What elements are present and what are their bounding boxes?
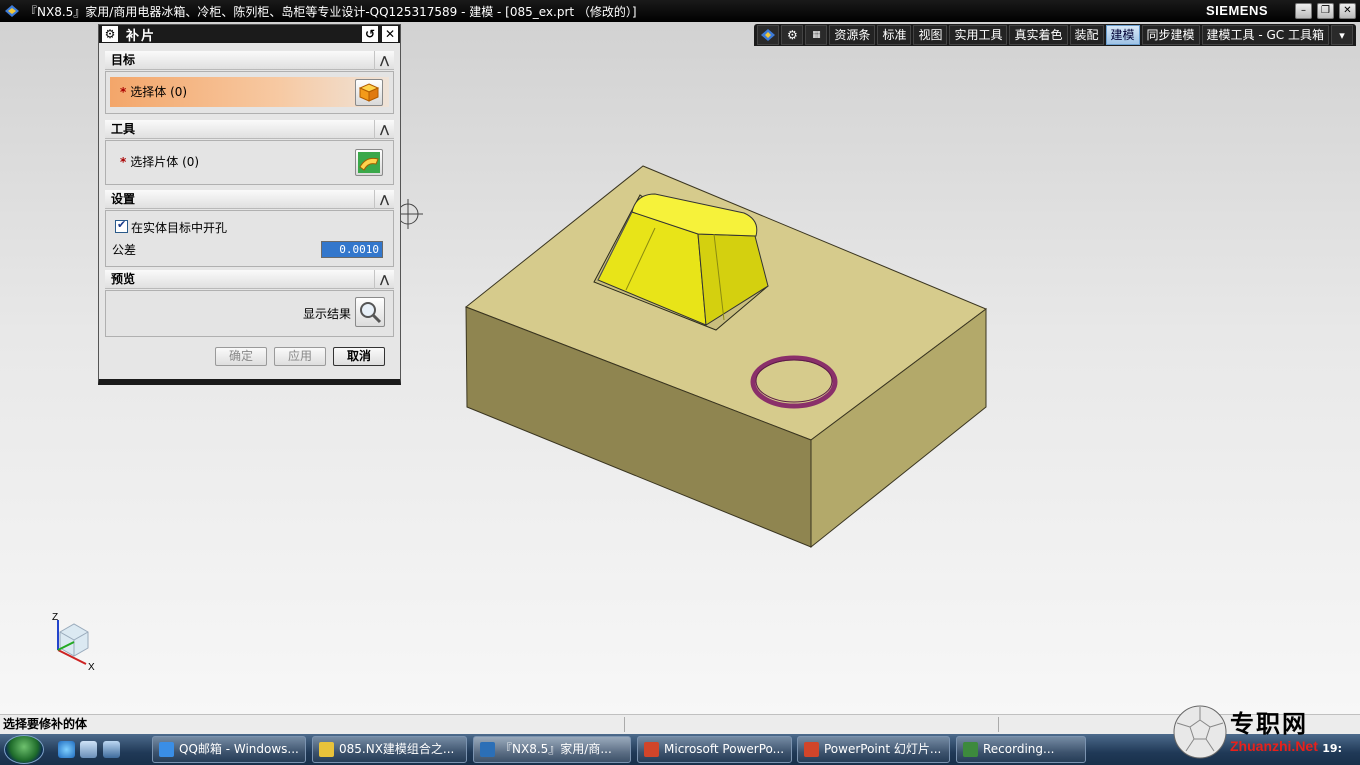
minimize-button[interactable]: –	[1295, 3, 1312, 19]
dialog-title: 补片	[126, 28, 157, 44]
start-button[interactable]	[4, 735, 44, 764]
taskbar-item[interactable]: QQ邮箱 - Windows...	[152, 736, 306, 763]
cancel-button[interactable]: 取消	[333, 347, 385, 366]
select-body-label: 选择体 (0)	[130, 85, 188, 99]
status-divider	[998, 717, 999, 732]
open-hole-label: 在实体目标中开孔	[131, 221, 228, 235]
section-preview-body: 显示结果	[105, 290, 394, 337]
soccer-ball-icon	[1173, 705, 1227, 759]
view-triad	[57, 620, 89, 665]
collapse-icon[interactable]: ⋀	[374, 51, 394, 70]
solid-body-icon	[358, 83, 380, 102]
select-body-button[interactable]	[355, 79, 383, 106]
collapse-icon[interactable]: ⋀	[374, 120, 394, 139]
grid-icon[interactable]: ▦	[805, 25, 828, 45]
mail-icon	[159, 742, 174, 757]
ribbon-tabs: ⚙ ▦ 资源条 标准 视图 实用工具 真实着色 装配 建模 同步建模 建模工具 …	[754, 24, 1356, 46]
section-preview-title: 预览	[111, 272, 136, 286]
gear-icon[interactable]: ⚙	[781, 25, 804, 45]
patch-dialog: ⚙ 补片 ↺ ✕ 目标 ⋀ *选择体 (0) 工具 ⋀ *选择片体 (0)	[98, 24, 401, 385]
title-bar: 『NX8.5』家用/商用电器冰箱、冷柜、陈列柜、岛柜等专业设计-QQ125317…	[0, 0, 1360, 22]
tab-utilities[interactable]: 实用工具	[949, 25, 1008, 45]
restore-button[interactable]: ❐	[1317, 3, 1334, 19]
ie-icon[interactable]	[58, 741, 75, 758]
siemens-brand: SIEMENS	[1205, 3, 1268, 18]
show-result-button[interactable]	[355, 297, 385, 327]
taskbar-item[interactable]: PowerPoint 幻灯片...	[797, 736, 950, 763]
tab-resource-bar[interactable]: 资源条	[829, 25, 876, 45]
ok-button[interactable]: 确定	[215, 347, 267, 366]
ribbon-options-icon[interactable]: ▾	[1331, 25, 1353, 45]
triad-x-label: X	[88, 662, 95, 673]
tab-standard[interactable]: 标准	[877, 25, 912, 45]
section-settings-header[interactable]: 设置 ⋀	[105, 190, 394, 209]
select-sheet-row[interactable]: * 选择片体 (0)	[110, 147, 389, 177]
taskbar-item[interactable]: Microsoft PowerPo...	[637, 736, 792, 763]
window-title: 『NX8.5』家用/商用电器冰箱、冷柜、陈列柜、岛柜等专业设计-QQ125317…	[25, 4, 637, 19]
status-divider	[624, 717, 625, 732]
section-tool-title: 工具	[111, 122, 136, 136]
triad-z-label: Z	[52, 612, 59, 623]
computer-icon[interactable]	[80, 741, 97, 758]
tab-true-shading[interactable]: 真实着色	[1009, 25, 1068, 45]
collapse-icon[interactable]: ⋀	[374, 190, 394, 209]
dialog-gear-icon[interactable]: ⚙	[102, 26, 118, 42]
windows-taskbar: QQ邮箱 - Windows... 085.NX建模组合之... 『NX8.5』…	[0, 734, 1360, 765]
desktop-icon[interactable]	[103, 741, 120, 758]
taskbar-item-label: QQ邮箱 - Windows...	[179, 742, 299, 756]
select-body-row[interactable]: * 选择体 (0)	[110, 77, 389, 107]
tolerance-input[interactable]: 0.0010	[321, 241, 383, 258]
section-target-header[interactable]: 目标 ⋀	[105, 51, 394, 70]
dialog-title-bar: ⚙ 补片 ↺ ✕	[99, 25, 400, 44]
taskbar-item-label: Microsoft PowerPo...	[664, 742, 785, 756]
taskbar-item-label: 085.NX建模组合之...	[339, 742, 455, 756]
section-target-title: 目标	[111, 53, 136, 67]
taskbar-item[interactable]: 085.NX建模组合之...	[312, 736, 467, 763]
recording-icon	[963, 742, 978, 757]
required-mark: *	[120, 155, 127, 169]
tab-view[interactable]: 视图	[913, 25, 948, 45]
close-window-button[interactable]: ✕	[1339, 3, 1356, 19]
watermark: 专职网 Zhuanzhi.Net	[1172, 704, 1352, 762]
powerpoint-icon	[644, 742, 659, 757]
taskbar-item-label: 『NX8.5』家用/商...	[500, 742, 612, 756]
taskbar-item[interactable]: 『NX8.5』家用/商...	[473, 736, 631, 763]
tab-gc-toolbox[interactable]: 建模工具 - GC 工具箱	[1201, 25, 1329, 45]
nx-logo-icon	[5, 5, 19, 17]
reset-icon[interactable]: ↺	[362, 26, 378, 42]
apply-button[interactable]: 应用	[274, 347, 326, 366]
collapse-icon[interactable]: ⋀	[374, 270, 394, 289]
watermark-text: 专职网	[1230, 709, 1308, 738]
folder-icon	[319, 742, 334, 757]
required-mark: *	[120, 85, 127, 99]
nx-app-icon	[480, 742, 495, 757]
tolerance-label: 公差	[112, 243, 137, 257]
tab-modeling[interactable]: 建模	[1105, 25, 1140, 45]
section-tool-header[interactable]: 工具 ⋀	[105, 120, 394, 139]
magnifier-icon	[360, 302, 382, 324]
taskbar-item-label: PowerPoint 幻灯片...	[824, 742, 942, 756]
dialog-close-icon[interactable]: ✕	[382, 26, 398, 42]
taskbar-item-label: Recording...	[983, 742, 1055, 756]
section-tool-body: * 选择片体 (0)	[105, 140, 394, 185]
taskbar-item[interactable]: Recording...	[956, 736, 1086, 763]
tab-assembly[interactable]: 装配	[1069, 25, 1104, 45]
section-preview-header[interactable]: 预览 ⋀	[105, 270, 394, 289]
section-settings-title: 设置	[111, 192, 136, 206]
tab-sync-modeling[interactable]: 同步建模	[1141, 25, 1200, 45]
powerpoint-icon	[804, 742, 819, 757]
watermark-url: Zhuanzhi.Net	[1230, 738, 1318, 754]
show-result-label: 显示结果	[302, 307, 351, 321]
sheet-body-icon	[358, 152, 380, 173]
section-settings-body: 在实体目标中开孔 公差 0.0010	[105, 210, 394, 267]
status-bar: 选择要修补的体	[0, 714, 1360, 734]
nx-menu-icon[interactable]	[757, 25, 780, 45]
open-hole-checkbox[interactable]	[115, 218, 128, 233]
status-prompt: 选择要修补的体	[3, 717, 88, 731]
select-sheet-label: 选择片体 (0)	[130, 155, 200, 169]
select-sheet-button[interactable]	[355, 149, 383, 176]
section-target-body: * 选择体 (0)	[105, 71, 394, 114]
